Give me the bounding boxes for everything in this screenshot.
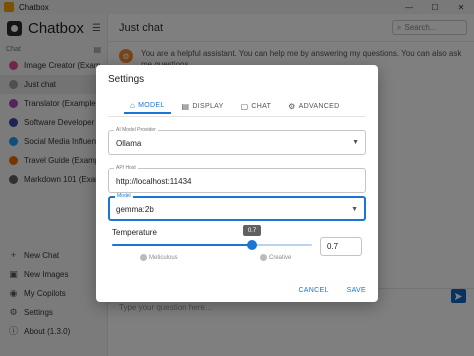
provider-select[interactable]: AI Model Provider Ollama ▼ [108,127,366,155]
meticulous-icon [140,254,147,261]
api-host-value: http://localhost:11434 [116,177,192,186]
tab-chat-label: CHAT [251,102,272,110]
temperature-label: Temperature [112,228,157,237]
meticulous-label: Meticulous [149,254,178,261]
settings-tabs: ⌂ MODEL ▤ DISPLAY ▢ CHAT ⚙ ADVANCED [124,98,350,114]
tab-advanced-label: ADVANCED [298,102,340,110]
settings-dialog: Settings ⌂ MODEL ▤ DISPLAY ▢ CHAT ⚙ ADVANCED… [96,65,378,302]
dialog-title: Settings [108,74,145,85]
api-host-input[interactable]: API Host http://localhost:11434 [108,165,366,193]
cancel-button[interactable]: CANCEL [298,287,328,294]
chevron-down-icon: ▼ [351,206,358,213]
display-icon: ▤ [181,101,190,111]
slider-fill [112,244,252,246]
model-label: Model [115,193,133,200]
slider-mark-creative: Creative [260,254,291,261]
creative-label: Creative [269,254,292,261]
slider-thumb[interactable] [247,240,257,250]
provider-value: Ollama [116,139,142,148]
tab-advanced[interactable]: ⚙ ADVANCED [282,98,345,114]
dialog-actions: CANCEL SAVE [280,287,366,294]
chevron-down-icon: ▼ [352,139,359,146]
creative-icon [260,254,267,261]
tab-chat[interactable]: ▢ CHAT [235,98,278,114]
save-button[interactable]: SAVE [347,287,366,294]
home-icon: ⌂ [130,100,136,110]
temperature-input[interactable]: 0.7 [320,237,362,256]
gear-icon: ⚙ [288,101,296,111]
api-host-label: API Host [114,165,138,172]
slider-value-tooltip: 0.7 [243,225,261,236]
tabs-divider [108,116,366,117]
model-value: gemma:2b [116,205,154,214]
model-select[interactable]: Model gemma:2b ▼ [108,193,366,221]
tab-display-label: DISPLAY [192,102,224,110]
temperature-slider[interactable]: 0.7 [112,225,312,250]
chat-icon: ▢ [240,101,249,111]
tab-model-label: MODEL [138,101,165,109]
slider-mark-meticulous: Meticulous [140,254,178,261]
provider-label: AI Model Provider [114,127,158,134]
tab-display[interactable]: ▤ DISPLAY [176,98,230,114]
tab-model[interactable]: ⌂ MODEL [124,98,171,114]
